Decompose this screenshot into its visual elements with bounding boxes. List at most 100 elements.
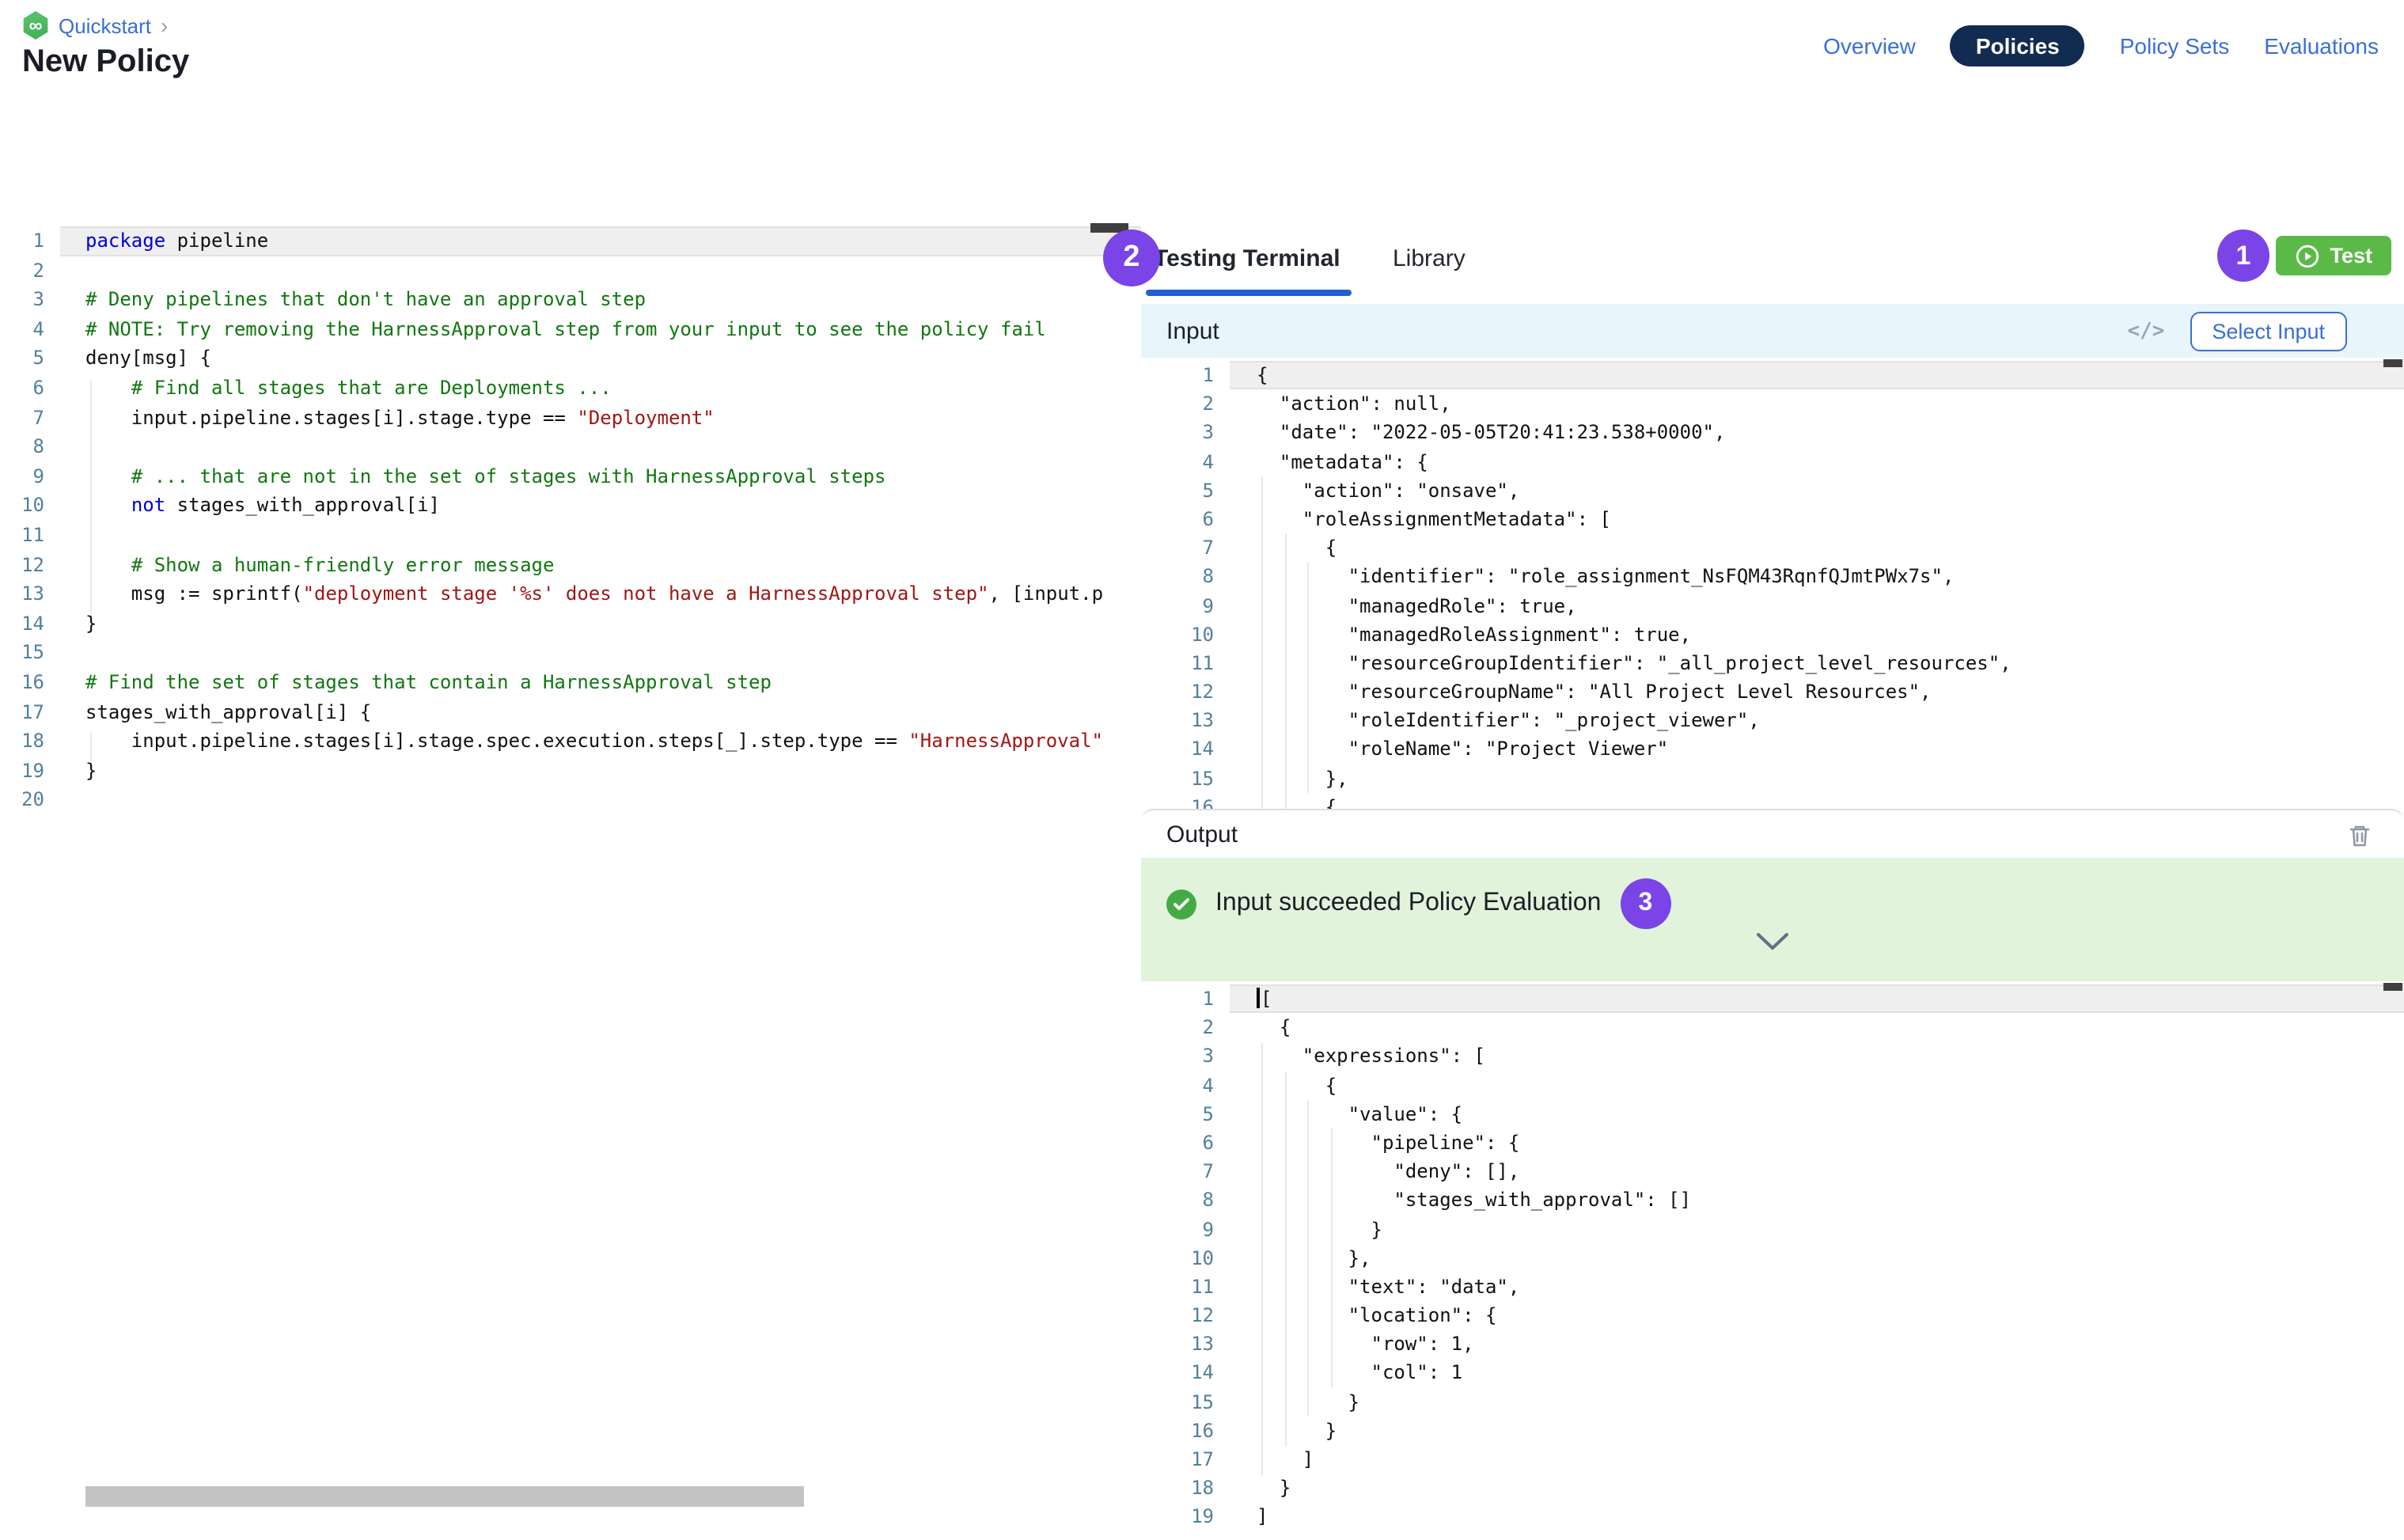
code-line-content[interactable]: # Find all stages that are Deployments .… — [60, 374, 1141, 403]
code-line-content[interactable]: "managedRoleAssignment": true, — [1230, 620, 2404, 648]
nav-policy-sets[interactable]: Policy Sets — [2120, 33, 2230, 59]
code-line-content[interactable]: msg := sprintf("deployment stage '%s' do… — [60, 579, 1141, 609]
code-line[interactable]: 5deny[msg] { — [0, 344, 1141, 374]
code-line[interactable]: 17stages_with_approval[i] { — [0, 697, 1141, 726]
code-line-content[interactable]: # Find the set of stages that contain a … — [60, 668, 1141, 697]
code-line[interactable]: 19] — [1141, 1503, 2404, 1531]
code-line-content[interactable]: } — [1230, 1417, 2404, 1445]
code-line[interactable]: 15 }, — [1141, 764, 2404, 792]
code-line-content[interactable]: { — [1230, 1013, 2404, 1041]
code-line[interactable]: 4# NOTE: Try removing the HarnessApprova… — [0, 315, 1141, 344]
code-line[interactable]: 13 msg := sprintf("deployment stage '%s'… — [0, 579, 1141, 609]
code-line-content[interactable]: "text": "data", — [1230, 1273, 2404, 1301]
code-line-content[interactable]: "row": 1, — [1230, 1330, 2404, 1359]
code-line[interactable]: 12 # Show a human-friendly error message — [0, 550, 1141, 579]
code-line-content[interactable]: ] — [1230, 1503, 2404, 1531]
code-line-content[interactable]: package pipeline — [60, 226, 1141, 256]
code-line-content[interactable] — [60, 432, 1141, 461]
code-line-content[interactable]: "action": null, — [1230, 389, 2404, 418]
code-line-content[interactable]: "stages_with_approval": [] — [1230, 1186, 2404, 1215]
code-line[interactable]: 10 not stages_with_approval[i] — [0, 491, 1141, 521]
input-json-editor[interactable]: 1{2 "action": null,3 "date": "2022-05-05… — [1141, 358, 2404, 809]
output-json-editor[interactable]: 1[2 {3 "expressions": [4 {5 "value": {6 … — [1141, 981, 2404, 1538]
code-line[interactable]: 9 "managedRole": true, — [1141, 591, 2404, 620]
test-button[interactable]: Test — [2276, 236, 2391, 275]
code-line[interactable]: 7 { — [1141, 533, 2404, 562]
breadcrumb-project-link[interactable]: Quickstart — [59, 13, 151, 37]
code-line[interactable]: 2 "action": null, — [1141, 389, 2404, 418]
code-line-content[interactable]: "resourceGroupName": "All Project Level … — [1230, 677, 2404, 706]
code-line[interactable]: 16 } — [1141, 1417, 2404, 1445]
code-line[interactable]: 12 "resourceGroupName": "All Project Lev… — [1141, 677, 2404, 706]
code-line[interactable]: 15 } — [1141, 1387, 2404, 1416]
code-line-content[interactable]: "roleAssignmentMetadata": [ — [1230, 505, 2404, 533]
code-line[interactable]: 1[ — [1141, 984, 2404, 1013]
code-line-content[interactable] — [60, 786, 1141, 815]
code-line-content[interactable]: }, — [1230, 764, 2404, 792]
code-line[interactable]: 14} — [0, 609, 1141, 638]
code-line-content[interactable]: }, — [1230, 1243, 2404, 1272]
code-line-content[interactable]: # ... that are not in the set of stages … — [60, 462, 1141, 491]
code-line[interactable]: 3 "expressions": [ — [1141, 1042, 2404, 1071]
code-line[interactable]: 11 "resourceGroupIdentifier": "_all_proj… — [1141, 649, 2404, 677]
code-line-content[interactable]: } — [1230, 1387, 2404, 1416]
nav-overview[interactable]: Overview — [1823, 33, 1916, 59]
code-line-content[interactable]: { — [1230, 361, 2404, 389]
code-line-content[interactable] — [60, 639, 1141, 668]
code-line[interactable]: 19} — [0, 756, 1141, 785]
code-line-content[interactable]: # Deny pipelines that don't have an appr… — [60, 285, 1141, 314]
code-line[interactable]: 1{ — [1141, 361, 2404, 389]
code-line-content[interactable]: "identifier": "role_assignment_NsFQM43Rq… — [1230, 563, 2404, 591]
code-line[interactable]: 9 # ... that are not in the set of stage… — [0, 462, 1141, 491]
code-line-content[interactable]: "managedRole": true, — [1230, 591, 2404, 620]
code-line-content[interactable]: "date": "2022-05-05T20:41:23.538+0000", — [1230, 419, 2404, 447]
code-line[interactable]: 11 — [0, 521, 1141, 550]
code-line[interactable]: 8 "identifier": "role_assignment_NsFQM43… — [1141, 563, 2404, 591]
code-line[interactable]: 17 ] — [1141, 1445, 2404, 1474]
editor-scrollbar-thumb[interactable] — [2383, 983, 2402, 991]
code-line[interactable]: 4 { — [1141, 1071, 2404, 1099]
code-line[interactable]: 14 "roleName": "Project Viewer" — [1141, 735, 2404, 764]
code-line-content[interactable]: ] — [1230, 1445, 2404, 1474]
code-line-content[interactable]: "action": "onsave", — [1230, 476, 2404, 505]
code-line[interactable]: 18 } — [1141, 1474, 2404, 1502]
policy-code-editor[interactable]: 1package pipeline23# Deny pipelines that… — [0, 220, 1141, 1540]
code-line[interactable]: 15 — [0, 639, 1141, 668]
code-line[interactable]: 5 "action": "onsave", — [1141, 476, 2404, 505]
code-line-content[interactable]: } — [60, 756, 1141, 785]
code-line-content[interactable]: "resourceGroupIdentifier": "_all_project… — [1230, 649, 2404, 677]
tab-testing-terminal[interactable]: Testing Terminal — [1154, 245, 1340, 272]
code-line-content[interactable]: { — [1230, 533, 2404, 562]
code-line[interactable]: 8 — [0, 432, 1141, 461]
code-line-content[interactable]: "expressions": [ — [1230, 1042, 2404, 1071]
editor-scrollbar-thumb[interactable] — [2383, 359, 2402, 367]
horizontal-scrollbar[interactable] — [85, 1486, 804, 1507]
code-line[interactable]: 2 — [0, 256, 1141, 285]
code-view-icon[interactable]: </> — [2127, 319, 2164, 343]
code-line[interactable]: 6 "roleAssignmentMetadata": [ — [1141, 505, 2404, 533]
code-line-content[interactable]: input.pipeline.stages[i].stage.spec.exec… — [60, 726, 1141, 756]
code-line[interactable]: 7 input.pipeline.stages[i].stage.type ==… — [0, 403, 1141, 432]
code-line[interactable]: 20 — [0, 786, 1141, 815]
code-line-content[interactable]: "value": { — [1230, 1100, 2404, 1128]
code-line[interactable]: 2 { — [1141, 1013, 2404, 1041]
chevron-down-icon[interactable] — [1755, 931, 1790, 959]
code-line-content[interactable] — [60, 521, 1141, 550]
code-line-content[interactable] — [60, 256, 1141, 285]
code-line-content[interactable]: "col": 1 — [1230, 1359, 2404, 1387]
tab-library[interactable]: Library — [1393, 245, 1466, 272]
code-line[interactable]: 16 { — [1141, 793, 2404, 809]
code-line-content[interactable]: "deny": [], — [1230, 1157, 2404, 1185]
code-line-content[interactable]: } — [1230, 1215, 2404, 1243]
code-line[interactable]: 18 input.pipeline.stages[i].stage.spec.e… — [0, 726, 1141, 756]
code-line[interactable]: 4 "metadata": { — [1141, 447, 2404, 476]
clear-output-button[interactable] — [2347, 822, 2372, 848]
code-line-content[interactable]: input.pipeline.stages[i].stage.type == "… — [60, 403, 1141, 432]
code-line-content[interactable]: # Show a human-friendly error message — [60, 550, 1141, 579]
code-line-content[interactable]: } — [1230, 1474, 2404, 1502]
code-line[interactable]: 3 "date": "2022-05-05T20:41:23.538+0000"… — [1141, 419, 2404, 447]
code-line-content[interactable]: } — [60, 609, 1141, 638]
code-line[interactable]: 13 "roleIdentifier": "_project_viewer", — [1141, 707, 2404, 735]
code-line[interactable]: 6 # Find all stages that are Deployments… — [0, 374, 1141, 403]
nav-policies[interactable]: Policies — [1951, 25, 2085, 66]
